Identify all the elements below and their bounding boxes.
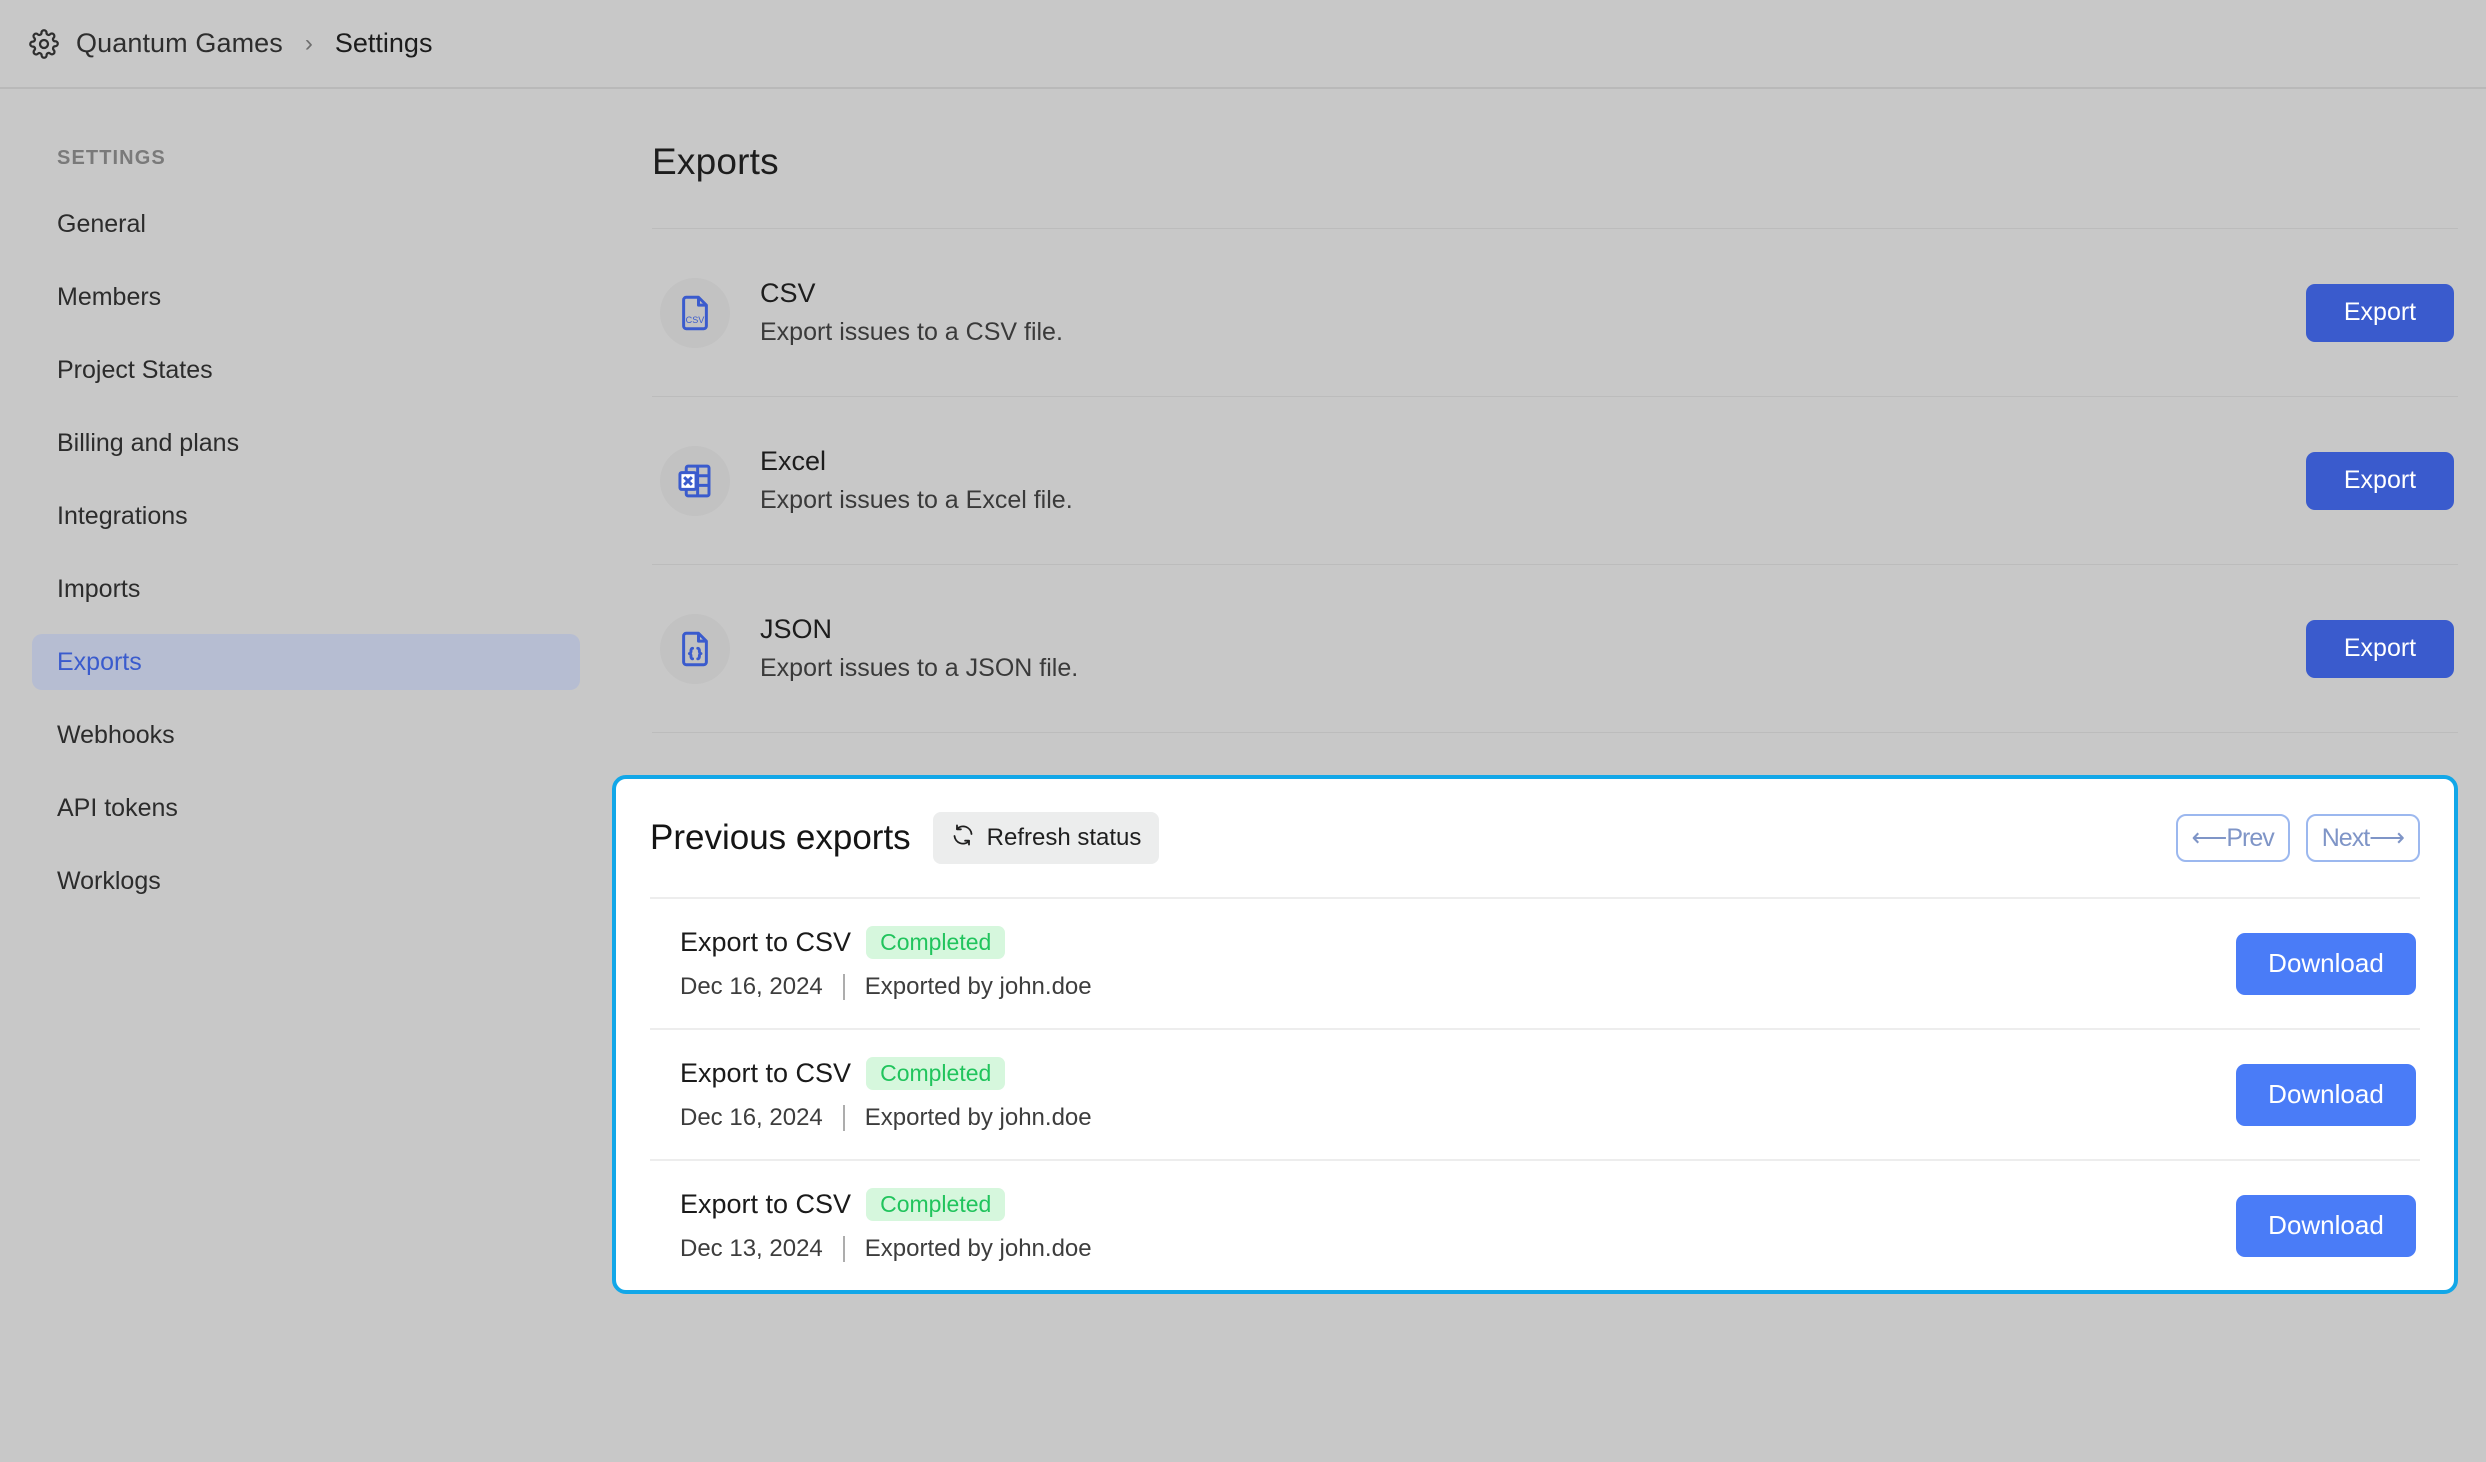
export-option-row: Excel Export issues to a Excel file. Exp… — [652, 397, 2458, 565]
previous-export-row: Export to CSV Completed Dec 16, 2024 Exp… — [650, 1028, 2420, 1159]
previous-export-texts: Export to CSV Completed Dec 13, 2024 Exp… — [680, 1188, 2236, 1263]
status-badge: Completed — [866, 1057, 1006, 1090]
csv-file-icon: CSV — [660, 277, 730, 348]
previous-export-row: Export to CSV Completed Dec 16, 2024 Exp… — [650, 897, 2420, 1028]
sidebar-item-label: Webhooks — [57, 720, 175, 749]
sidebar-section-label: SETTINGS — [57, 147, 166, 169]
sidebar-item-label: Exports — [57, 647, 142, 676]
sidebar-item-label: Billing and plans — [57, 428, 240, 457]
excel-file-icon — [660, 445, 730, 516]
export-option-name: Excel — [760, 446, 827, 476]
gear-icon — [28, 28, 60, 60]
settings-sidebar: SETTINGS General Members Project States … — [0, 89, 612, 1460]
previous-export-meta: Dec 13, 2024 Exported by john.doe — [680, 1235, 2236, 1263]
export-options-list: CSV CSV Export issues to a CSV file. Exp… — [652, 228, 2458, 733]
export-option-description: Export issues to a CSV file. — [760, 318, 1063, 346]
previous-export-date: Dec 16, 2024 — [680, 1104, 823, 1131]
previous-export-heading: Export to CSV Completed — [680, 1188, 2236, 1221]
prev-page-button[interactable]: ⟵Prev — [2175, 814, 2290, 862]
sidebar-item-members[interactable]: Members — [32, 269, 580, 325]
export-option-name: JSON — [760, 614, 833, 644]
sidebar-item-label: API tokens — [57, 793, 178, 822]
status-badge: Completed — [866, 926, 1006, 959]
previous-export-date: Dec 16, 2024 — [680, 973, 823, 1000]
breadcrumb-current: Settings — [334, 28, 433, 58]
export-option-row: JSON Export issues to a JSON file. Expor… — [652, 565, 2458, 733]
pagination-controls: ⟵Prev Next⟶ — [2175, 814, 2420, 862]
download-button[interactable]: Download — [2236, 1063, 2416, 1126]
previous-exports-header: Previous exports Refresh status ⟵Prev Ne… — [650, 779, 2420, 897]
meta-divider — [842, 1105, 845, 1131]
export-option-texts: JSON Export issues to a JSON file. — [760, 614, 2306, 683]
meta-divider — [842, 1236, 845, 1262]
breadcrumb-workspace[interactable]: Quantum Games — [76, 28, 283, 59]
previous-export-texts: Export to CSV Completed Dec 16, 2024 Exp… — [680, 1057, 2236, 1132]
previous-exports-panel: Previous exports Refresh status ⟵Prev Ne… — [612, 775, 2458, 1294]
main-content: Exports CSV CSV Export issues to a CSV f… — [612, 89, 2486, 1460]
refresh-status-label: Refresh status — [986, 824, 1142, 851]
sidebar-item-worklogs[interactable]: Worklogs — [32, 853, 580, 909]
export-option-description: Export issues to a JSON file. — [760, 654, 1079, 682]
svg-text:CSV: CSV — [686, 314, 706, 324]
page-title: Exports — [652, 141, 779, 182]
previous-export-author: Exported by john.doe — [864, 1235, 1092, 1262]
json-file-icon — [660, 613, 730, 684]
settings-exports-page: Quantum Games › Settings SETTINGS Genera… — [0, 0, 2486, 1462]
sidebar-item-label: Worklogs — [57, 866, 161, 895]
sidebar-item-webhooks[interactable]: Webhooks — [32, 707, 580, 763]
download-button[interactable]: Download — [2236, 1194, 2416, 1257]
previous-export-row: Export to CSV Completed Dec 13, 2024 Exp… — [650, 1159, 2420, 1290]
previous-export-texts: Export to CSV Completed Dec 16, 2024 Exp… — [680, 926, 2236, 1001]
status-badge: Completed — [866, 1188, 1006, 1221]
previous-export-meta: Dec 16, 2024 Exported by john.doe — [680, 1104, 2236, 1132]
sidebar-item-imports[interactable]: Imports — [32, 561, 580, 617]
previous-export-meta: Dec 16, 2024 Exported by john.doe — [680, 973, 2236, 1001]
export-json-button[interactable]: Export — [2306, 619, 2454, 678]
sidebar-item-project-states[interactable]: Project States — [32, 342, 580, 398]
refresh-status-button[interactable]: Refresh status — [932, 812, 1160, 864]
download-button[interactable]: Download — [2236, 932, 2416, 995]
previous-export-name: Export to CSV — [680, 1189, 852, 1219]
export-option-texts: CSV Export issues to a CSV file. — [760, 278, 2306, 347]
next-page-button[interactable]: Next⟶ — [2305, 814, 2420, 862]
previous-export-name: Export to CSV — [680, 927, 852, 957]
export-option-name: CSV — [760, 278, 816, 308]
page-body: SETTINGS General Members Project States … — [0, 89, 2486, 1460]
previous-export-heading: Export to CSV Completed — [680, 1057, 2236, 1090]
previous-export-author: Exported by john.doe — [864, 1104, 1092, 1131]
sidebar-item-api-tokens[interactable]: API tokens — [32, 780, 580, 836]
refresh-icon — [951, 823, 975, 854]
sidebar-item-label: Imports — [57, 574, 141, 603]
previous-export-name: Export to CSV — [680, 1058, 852, 1088]
export-csv-button[interactable]: Export — [2306, 283, 2454, 342]
sidebar-item-general[interactable]: General — [32, 196, 580, 252]
previous-export-date: Dec 13, 2024 — [680, 1235, 823, 1262]
export-excel-button[interactable]: Export — [2306, 451, 2454, 510]
sidebar-item-label: General — [57, 209, 146, 238]
export-option-description: Export issues to a Excel file. — [760, 486, 1073, 514]
previous-export-heading: Export to CSV Completed — [680, 926, 2236, 959]
export-option-texts: Excel Export issues to a Excel file. — [760, 446, 2306, 515]
sidebar-item-label: Members — [57, 282, 162, 311]
sidebar-item-integrations[interactable]: Integrations — [32, 488, 580, 544]
meta-divider — [842, 974, 845, 1000]
sidebar-item-label: Project States — [57, 355, 213, 384]
sidebar-item-billing-and-plans[interactable]: Billing and plans — [32, 415, 580, 471]
sidebar-item-label: Integrations — [57, 501, 188, 530]
previous-export-author: Exported by john.doe — [864, 973, 1092, 1000]
app-header: Quantum Games › Settings — [0, 0, 2486, 89]
previous-exports-title: Previous exports — [650, 818, 911, 857]
breadcrumb-separator-icon: › — [304, 29, 313, 57]
sidebar-item-exports[interactable]: Exports — [32, 634, 580, 690]
export-option-row: CSV CSV Export issues to a CSV file. Exp… — [652, 229, 2458, 397]
